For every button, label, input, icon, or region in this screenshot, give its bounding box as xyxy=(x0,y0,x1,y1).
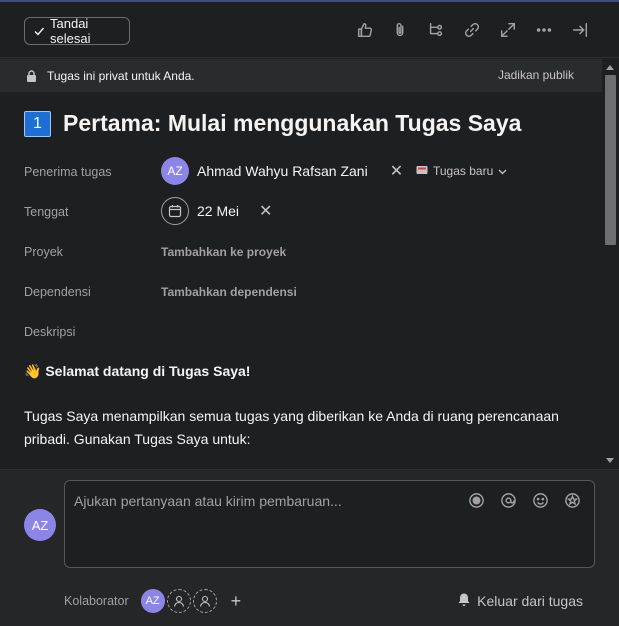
assignee-name: Ahmad Wahyu Rafsan Zani xyxy=(197,163,368,179)
like-icon[interactable] xyxy=(355,20,375,40)
assignee-field[interactable]: AZ Ahmad Wahyu Rafsan Zani ✕ xyxy=(161,157,403,185)
calendar-icon xyxy=(161,197,189,225)
chevron-down-icon xyxy=(498,164,507,178)
add-collaborator-icon[interactable]: + xyxy=(231,591,242,612)
record-icon[interactable] xyxy=(467,491,485,509)
remove-assignee-icon[interactable]: ✕ xyxy=(390,161,403,181)
leave-task-button[interactable]: Keluar dari tugas xyxy=(457,592,583,610)
emoji-icon[interactable] xyxy=(531,491,549,509)
description-body[interactable]: Tugas Saya menampilkan semua tugas yang … xyxy=(24,405,584,451)
vertical-scrollbar[interactable] xyxy=(602,59,619,469)
scroll-down-arrow-icon[interactable] xyxy=(606,458,614,463)
leave-task-label: Keluar dari tugas xyxy=(477,593,583,609)
user-placeholder-icon[interactable] xyxy=(166,589,191,613)
assignee-label: Penerima tugas xyxy=(24,165,112,179)
due-date-field[interactable]: 22 Mei ✕ xyxy=(161,197,272,225)
comment-input[interactable]: Ajukan pertanyaan atau kirim pembaruan..… xyxy=(64,480,595,568)
lock-icon xyxy=(26,69,37,82)
scroll-thumb[interactable] xyxy=(605,75,616,245)
comment-panel: AZ Ajukan pertanyaan atau kirim pembarua… xyxy=(0,469,619,626)
section-dropdown[interactable]: Tugas baru xyxy=(416,164,507,178)
collaborators-row: Kolaborator AZ + xyxy=(64,589,241,613)
attachment-icon[interactable] xyxy=(390,20,410,40)
description-label: Deskripsi xyxy=(24,325,76,339)
keycap-number-badge: 1 xyxy=(24,110,51,137)
waving-hand-icon: 👋 xyxy=(24,363,42,379)
more-icon[interactable] xyxy=(534,20,554,40)
clear-due-date-icon[interactable]: ✕ xyxy=(259,201,272,221)
check-icon xyxy=(33,25,45,37)
description-heading-text: Selamat datang di Tugas Saya! xyxy=(45,363,251,379)
scroll-up-arrow-icon[interactable] xyxy=(606,65,614,70)
add-to-project-button[interactable]: Tambahkan ke proyek xyxy=(161,245,286,259)
collaborators-label: Kolaborator xyxy=(64,594,129,608)
appreciation-icon[interactable] xyxy=(563,491,581,509)
due-date-label: Tenggat xyxy=(24,205,69,219)
privacy-message: Tugas ini privat untuk Anda. xyxy=(47,68,195,83)
close-pane-icon[interactable] xyxy=(570,20,590,40)
project-label: Proyek xyxy=(24,245,63,259)
mark-complete-button[interactable]: Tandai selesai xyxy=(24,16,130,46)
user-placeholder-icon[interactable] xyxy=(192,589,217,613)
link-icon[interactable] xyxy=(462,20,482,40)
dependency-label: Dependensi xyxy=(24,285,91,299)
task-details-scroll-area: Tugas ini privat untuk Anda. Jadikan pub… xyxy=(0,59,602,469)
inbox-icon xyxy=(416,164,428,178)
expand-icon[interactable] xyxy=(498,20,518,40)
subtask-icon[interactable] xyxy=(426,20,446,40)
description-heading[interactable]: 👋 Selamat datang di Tugas Saya! xyxy=(24,363,250,380)
mark-complete-label: Tandai selesai xyxy=(50,16,91,46)
avatar: AZ xyxy=(161,157,189,185)
avatar[interactable]: AZ xyxy=(140,589,165,613)
mention-icon[interactable] xyxy=(499,491,517,509)
task-toolbar: Tandai selesai xyxy=(0,2,619,58)
privacy-banner: Tugas ini privat untuk Anda. Jadikan pub… xyxy=(0,59,602,92)
due-date-value: 22 Mei xyxy=(197,203,240,219)
bell-icon xyxy=(457,592,471,610)
comment-placeholder: Ajukan pertanyaan atau kirim pembaruan..… xyxy=(74,493,342,509)
add-dependency-button[interactable]: Tambahkan dependensi xyxy=(161,285,297,299)
task-title[interactable]: Pertama: Mulai menggunakan Tugas Saya xyxy=(63,110,521,137)
avatar: AZ xyxy=(24,509,56,541)
section-name: Tugas baru xyxy=(433,164,494,178)
task-title-row: 1 Pertama: Mulai menggunakan Tugas Saya xyxy=(24,110,521,137)
make-public-link[interactable]: Jadikan publik xyxy=(498,68,574,82)
